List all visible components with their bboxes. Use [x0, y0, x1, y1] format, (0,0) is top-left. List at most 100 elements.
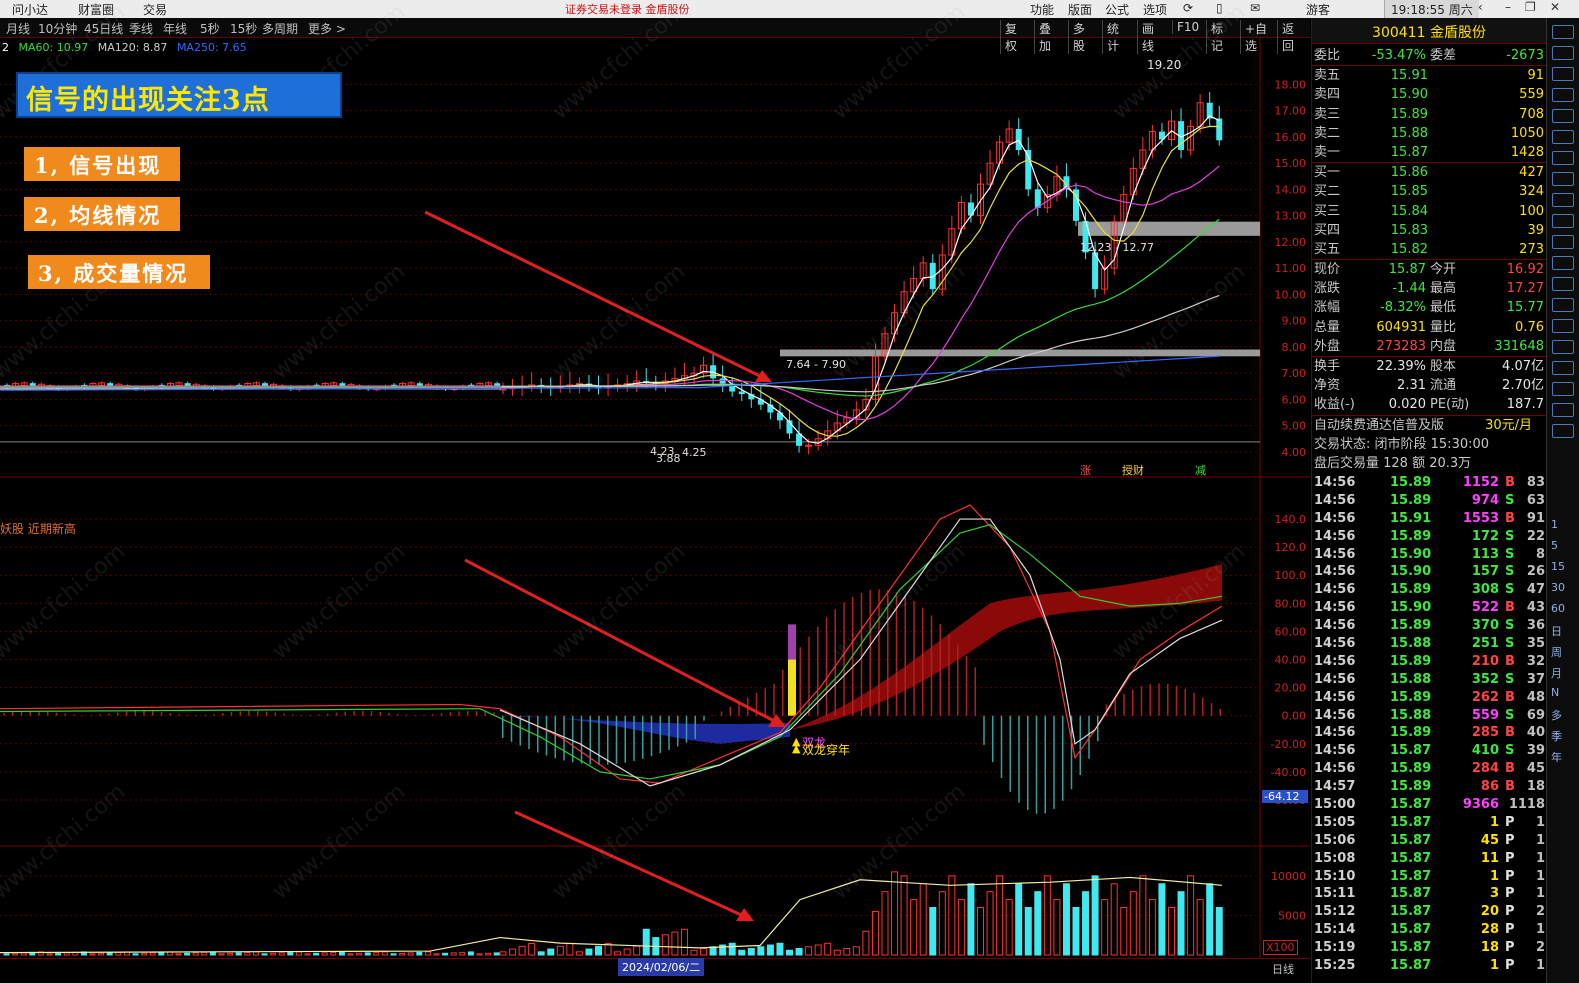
toolbar-icon[interactable] — [1552, 151, 1574, 165]
toolbar-icon[interactable] — [1552, 172, 1574, 186]
tag-shoucai[interactable]: 授财 — [1122, 462, 1144, 478]
trade-flag: B — [1505, 510, 1515, 526]
volume-bar — [89, 953, 96, 956]
trade-time: 15:08 — [1314, 850, 1356, 866]
trade-price: 15.87 — [1390, 832, 1432, 848]
side-period-button[interactable]: 多 — [1551, 707, 1562, 723]
trade-flag: B — [1505, 475, 1515, 490]
toolbar-icon[interactable] — [1552, 403, 1574, 417]
order-book-volume: 427 — [1519, 165, 1544, 181]
side-period-button[interactable]: 15 — [1551, 560, 1565, 573]
volume-bar — [1148, 899, 1156, 956]
date-chip: 2024/02/06/二 — [618, 958, 705, 976]
kline-chart[interactable]: ▲▲ 18.0017.0016.0015.0014.0013.0012.0011… — [0, 0, 1310, 983]
trade-flag: P — [1505, 814, 1515, 830]
promo-text[interactable]: 自动续费通达信普及版 — [1314, 416, 1444, 435]
side-period-button[interactable]: 30 — [1551, 581, 1565, 594]
side-period-button[interactable]: N — [1551, 686, 1559, 699]
volume-bar — [433, 953, 440, 956]
toolbar-icon[interactable] — [1552, 46, 1574, 60]
volume-bar — [338, 951, 345, 956]
volume-bar — [537, 951, 545, 956]
trade-time: 14:56 — [1314, 653, 1356, 669]
order-book-row[interactable]: 买四 15.83 39 — [1312, 221, 1546, 240]
volume-bar — [738, 949, 746, 956]
stock-header[interactable]: 300411 金盾股份 — [1312, 18, 1546, 44]
trade-price: 15.87 — [1390, 797, 1432, 813]
order-book-row[interactable]: 买五 15.82 273 — [1312, 240, 1546, 259]
side-period-button[interactable]: 日 — [1551, 623, 1562, 639]
trade-volume: 1 — [1489, 958, 1499, 974]
toolbar-icon[interactable] — [1552, 340, 1574, 354]
order-book-row[interactable]: 卖五 15.91 91 — [1312, 66, 1546, 85]
promo-row[interactable]: 自动续费通达信普及版 30元/月 — [1312, 416, 1546, 435]
volume-bar — [201, 951, 208, 956]
trade-price: 15.88 — [1390, 671, 1432, 687]
order-book-row[interactable]: 买一 15.86 427 — [1312, 163, 1546, 182]
order-book-row[interactable]: 卖三 15.89 708 — [1312, 105, 1546, 124]
toolbar-icon[interactable] — [1552, 109, 1574, 123]
toolbar-icon[interactable] — [1552, 277, 1574, 291]
toolbar-icon[interactable] — [1552, 298, 1574, 312]
order-book-row[interactable]: 买二 15.85 324 — [1312, 182, 1546, 201]
side-period-button[interactable]: 1 — [1551, 518, 1558, 531]
stat-label: 外盘 — [1314, 338, 1341, 354]
price-tick: 14.00 — [1275, 183, 1307, 196]
candle-body — [967, 202, 974, 216]
toolbar-icon[interactable] — [1552, 382, 1574, 396]
side-period-button[interactable]: 年 — [1551, 749, 1562, 765]
toolbar-icon[interactable] — [1552, 361, 1574, 375]
side-period-button[interactable]: 月 — [1551, 665, 1562, 681]
candle-body — [494, 383, 501, 386]
trade-row: 15:00 15.87 9366 1118 — [1312, 796, 1547, 814]
trade-row: 15:19 15.87 18 P 2 — [1312, 939, 1547, 957]
toolbar-icon[interactable] — [1552, 88, 1574, 102]
trade-volume: 285 — [1471, 725, 1499, 741]
side-period-button[interactable]: 周 — [1551, 644, 1562, 660]
toolbar-icon[interactable] — [1552, 25, 1574, 39]
candle-body — [262, 383, 268, 386]
volume-bar — [493, 952, 500, 956]
volume-bar — [776, 942, 784, 956]
maximize-icon[interactable]: ❐ — [1525, 0, 1536, 14]
period-label[interactable]: 日线 — [1272, 961, 1294, 977]
toolbar-icon[interactable] — [1552, 319, 1574, 333]
back-icon[interactable]: ‹ — [1478, 0, 1483, 14]
promo-price[interactable]: 30元/月 — [1485, 416, 1532, 435]
volume-bar — [852, 946, 860, 956]
volume-bar — [141, 952, 148, 956]
order-book-row[interactable]: 卖一 15.87 1428 — [1312, 143, 1546, 162]
trade-row: 15:08 15.87 11 P 1 — [1312, 850, 1547, 868]
stat-value: 17.27 — [1506, 281, 1544, 297]
toolbar-icon[interactable] — [1552, 256, 1574, 270]
order-book-row[interactable]: 买三 15.84 100 — [1312, 202, 1546, 221]
toolbar-icon[interactable] — [1552, 67, 1574, 81]
trade-list[interactable]: 14:56 15.89 1152 B 83 14:56 15.89 974 S 6… — [1312, 474, 1547, 975]
tag-zhang[interactable]: 涨 — [1080, 462, 1091, 478]
annotation-note-2: 2, 均线情况 — [24, 197, 180, 231]
toolbar-icon[interactable] — [1552, 193, 1574, 207]
side-period-button[interactable]: 5 — [1551, 539, 1558, 552]
toolbar-icon[interactable] — [1552, 424, 1574, 438]
side-period-button[interactable]: 季 — [1551, 728, 1562, 744]
order-book-row[interactable]: 卖二 15.88 1050 — [1312, 124, 1546, 143]
price-tick: 9.00 — [1282, 315, 1307, 328]
trade-flag: B — [1505, 600, 1515, 616]
volume-bar — [575, 951, 583, 956]
trade-flag: B — [1505, 725, 1515, 741]
trade-volume: 410 — [1471, 743, 1499, 759]
trade-time: 14:56 — [1314, 475, 1356, 490]
tag-jian[interactable]: 减 — [1195, 462, 1206, 478]
close-icon[interactable]: ✕ — [1550, 0, 1560, 14]
minimize-icon[interactable]: – — [1505, 0, 1511, 14]
order-book-row[interactable]: 卖四 15.90 559 — [1312, 85, 1546, 104]
toolbar-icon[interactable] — [1552, 214, 1574, 228]
toolbar-icon[interactable] — [1552, 235, 1574, 249]
ind-tick: 100.0 — [1275, 569, 1307, 582]
toolbar-icon[interactable] — [1552, 130, 1574, 144]
stat-value: 187.7 — [1506, 397, 1544, 413]
trade-time: 14:56 — [1314, 725, 1356, 741]
volume-bar — [642, 928, 650, 956]
trade-price: 15.89 — [1390, 618, 1432, 634]
side-period-button[interactable]: 60 — [1551, 602, 1565, 615]
